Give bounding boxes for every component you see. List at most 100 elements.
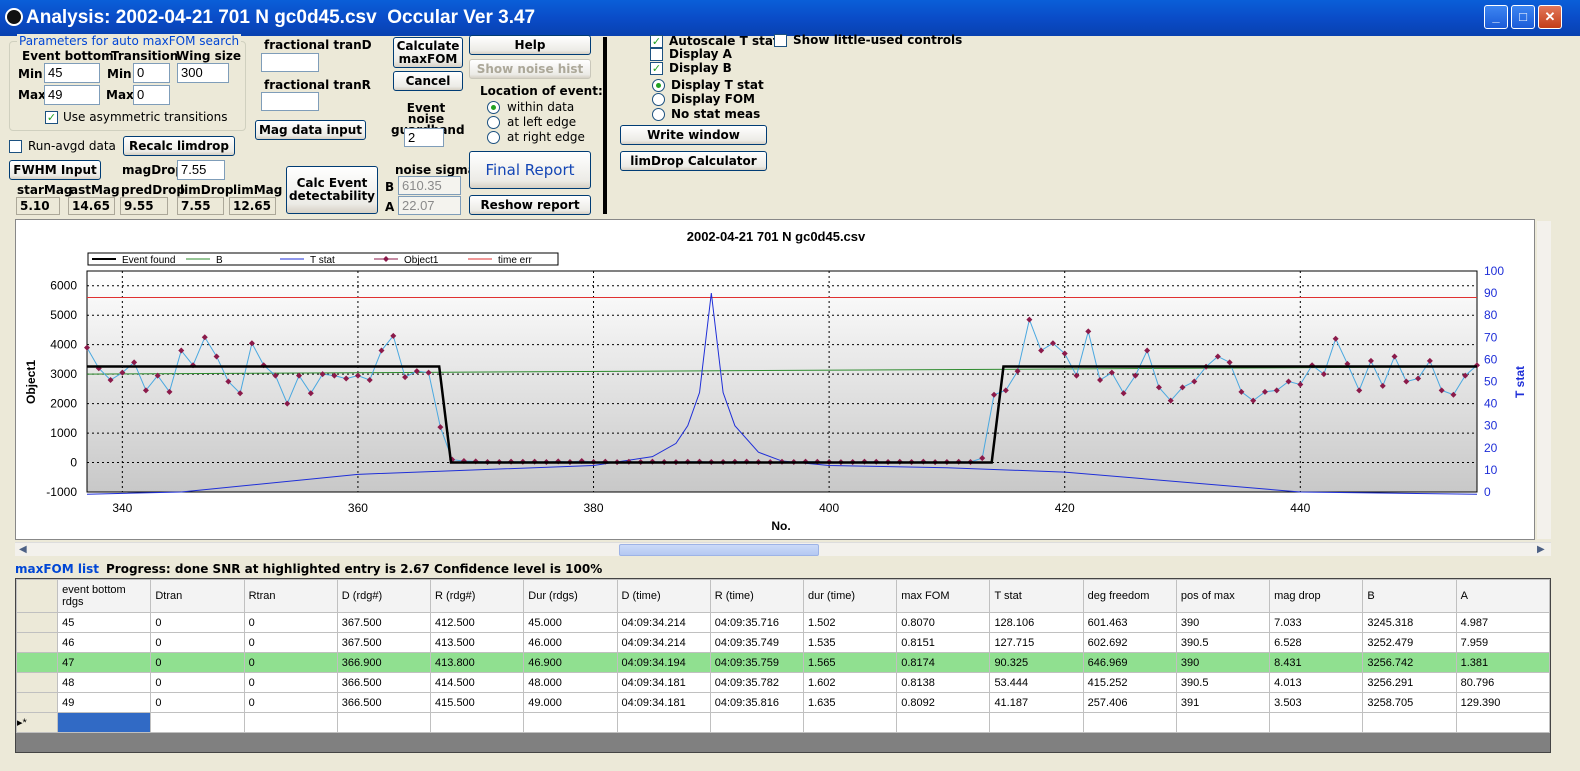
- tranD-input[interactable]: [261, 53, 319, 72]
- table-cell[interactable]: [150, 712, 245, 733]
- table-cell[interactable]: 4.013: [1269, 672, 1364, 693]
- table-cell[interactable]: 6.528: [1269, 632, 1364, 653]
- show-little-used-checkbox[interactable]: [774, 34, 787, 47]
- within-data-radio[interactable]: [487, 101, 500, 114]
- table-cell[interactable]: 366.900: [336, 652, 432, 673]
- table-cell[interactable]: 3258.705: [1362, 692, 1457, 713]
- table-cell[interactable]: 390: [1175, 652, 1271, 673]
- table-cell[interactable]: 390: [1175, 612, 1271, 633]
- table-cell[interactable]: [430, 712, 525, 733]
- transition-max-input[interactable]: 0: [133, 85, 170, 105]
- table-cell[interactable]: 49.000: [523, 692, 618, 713]
- column-header[interactable]: Rtran: [243, 579, 338, 613]
- right-edge-radio[interactable]: [487, 131, 500, 144]
- table-cell[interactable]: 3.503: [1269, 692, 1364, 713]
- column-header[interactable]: event bottom rdgs: [57, 579, 152, 613]
- table-cell[interactable]: 391: [1175, 692, 1271, 713]
- table-cell[interactable]: 257.406: [1082, 692, 1177, 713]
- recalc-limdrop-button[interactable]: Recalc limdrop: [123, 136, 235, 156]
- table-cell[interactable]: 0: [243, 672, 338, 693]
- table-row[interactable]: 45 0 0 367.500 412.500 45.000 04:09:34.214 04:0…: [15, 612, 1551, 633]
- table-cell[interactable]: 412.500: [430, 612, 525, 633]
- table-row[interactable]: 49 0 0 366.500 415.500 49.000 04:09:34.181 04:0…: [15, 692, 1551, 713]
- table-cell[interactable]: 367.500: [336, 632, 432, 653]
- table-cell[interactable]: 45.000: [523, 612, 618, 633]
- scroll-right-icon[interactable]: ▶: [1537, 544, 1545, 555]
- table-cell[interactable]: 1.502: [802, 612, 898, 633]
- table-cell[interactable]: 367.500: [336, 612, 432, 633]
- wing-size-input[interactable]: 300: [177, 63, 229, 83]
- tranR-input[interactable]: [261, 92, 319, 111]
- display-tstat-radio[interactable]: [652, 79, 665, 92]
- table-cell[interactable]: [243, 712, 338, 733]
- table-cell[interactable]: 04:09:34.181: [616, 672, 711, 693]
- table-cell[interactable]: 646.969: [1082, 652, 1177, 673]
- table-row[interactable]: 48 0 0 366.500 414.500 48.000 04:09:34.181 04:0…: [15, 672, 1551, 693]
- table-cell[interactable]: 366.500: [336, 672, 432, 693]
- table-cell[interactable]: 602.692: [1082, 632, 1177, 653]
- no-stat-radio[interactable]: [652, 108, 665, 121]
- table-cell[interactable]: 0: [150, 672, 245, 693]
- calculate-maxfom-button[interactable]: Calculate maxFOM: [393, 37, 463, 68]
- display-a-checkbox[interactable]: [650, 48, 663, 61]
- table-cell[interactable]: 413.800: [430, 652, 525, 673]
- chart-vscroll[interactable]: [1537, 221, 1551, 539]
- column-header[interactable]: mag drop: [1269, 579, 1364, 613]
- fwhm-input-button[interactable]: FWHM Input: [9, 160, 101, 180]
- maximize-icon[interactable]: □: [1511, 5, 1535, 29]
- calc-event-detectability-button[interactable]: Calc Event detectability: [286, 166, 378, 214]
- row-header[interactable]: [15, 692, 59, 713]
- row-header[interactable]: [15, 632, 59, 653]
- table-cell[interactable]: 0.8151: [896, 632, 991, 653]
- column-header[interactable]: T stat: [989, 579, 1084, 613]
- table-cell[interactable]: 1.381: [1455, 652, 1551, 673]
- column-header[interactable]: D (time): [616, 579, 711, 613]
- scroll-thumb[interactable]: [619, 544, 819, 556]
- table-cell[interactable]: 0.8070: [896, 612, 991, 633]
- run-avgd-checkbox[interactable]: [9, 140, 22, 153]
- table-cell[interactable]: 415.500: [430, 692, 525, 713]
- table-cell[interactable]: 7.033: [1269, 612, 1364, 633]
- asymmetric-checkbox[interactable]: ✓: [45, 111, 58, 124]
- close-icon[interactable]: ✕: [1538, 5, 1562, 29]
- table-cell[interactable]: [1455, 712, 1551, 733]
- table-cell[interactable]: 1.565: [802, 652, 898, 673]
- table-cell[interactable]: [57, 712, 152, 733]
- table-cell[interactable]: 04:09:34.214: [616, 612, 711, 633]
- table-cell[interactable]: 0: [243, 652, 338, 673]
- column-header[interactable]: pos of max: [1175, 579, 1271, 613]
- guardband-input[interactable]: 2: [404, 128, 444, 147]
- limdrop-calculator-button[interactable]: limDrop Calculator: [620, 151, 767, 171]
- table-cell[interactable]: [1269, 712, 1364, 733]
- magdrop-input[interactable]: 7.55: [177, 160, 225, 180]
- table-cell[interactable]: 04:09:35.816: [709, 692, 804, 713]
- table-cell[interactable]: [1362, 712, 1457, 733]
- new-row[interactable]: ▸*: [15, 712, 1551, 733]
- table-cell[interactable]: 127.715: [989, 632, 1084, 653]
- table-cell[interactable]: 3245.318: [1362, 612, 1457, 633]
- table-cell[interactable]: 0: [243, 612, 338, 633]
- table-cell[interactable]: 48: [57, 672, 152, 693]
- column-header[interactable]: R (rdg#): [430, 579, 525, 613]
- table-cell[interactable]: 0: [150, 632, 245, 653]
- table-cell[interactable]: 3252.479: [1362, 632, 1457, 653]
- table-cell[interactable]: 04:09:34.214: [616, 632, 711, 653]
- row-header[interactable]: [15, 672, 59, 693]
- table-cell[interactable]: [523, 712, 618, 733]
- table-cell[interactable]: 0.8092: [896, 692, 991, 713]
- row-header[interactable]: [15, 612, 59, 633]
- table-cell[interactable]: [989, 712, 1084, 733]
- table-cell[interactable]: 7.959: [1455, 632, 1551, 653]
- chart-hscroll[interactable]: ◀ ▶: [15, 542, 1551, 556]
- column-header[interactable]: deg freedom: [1082, 579, 1177, 613]
- table-cell[interactable]: 41.187: [989, 692, 1084, 713]
- table-cell[interactable]: 8.431: [1269, 652, 1364, 673]
- table-cell[interactable]: 0: [150, 692, 245, 713]
- column-header[interactable]: A: [1455, 579, 1551, 613]
- display-fom-radio[interactable]: [652, 93, 665, 106]
- autoscale-checkbox[interactable]: ✓: [650, 35, 663, 48]
- table-cell[interactable]: 0: [243, 632, 338, 653]
- write-window-button[interactable]: Write window: [620, 125, 767, 145]
- table-cell[interactable]: 0.8174: [896, 652, 991, 673]
- column-header[interactable]: max FOM: [896, 579, 991, 613]
